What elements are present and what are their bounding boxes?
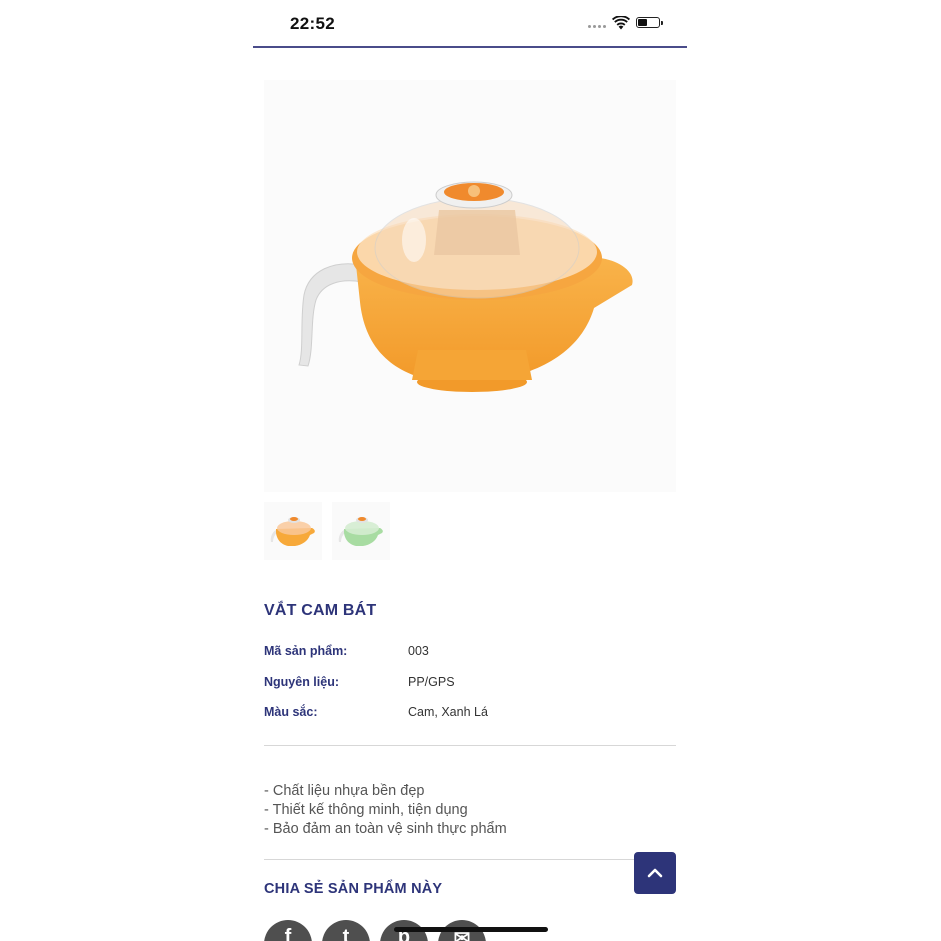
green-juicer-thumbnail [338,517,383,546]
spec-label: Nguyên liệu: [264,675,340,689]
product-thumbnails [264,502,390,560]
spec-label: Mã sản phẩm: [264,644,348,658]
spec-value: Cam, Xanh Lá [408,705,488,719]
facebook-icon: f [284,926,292,941]
description-line: - Chất liệu nhựa bền đẹp [264,783,425,799]
product-title: VẮT CAM BÁT [264,602,377,619]
status-time: 22:52 [290,14,335,33]
spec-value: 003 [408,644,429,658]
orange-juicer-image [298,181,633,392]
home-indicator[interactable] [394,927,548,932]
description-line: - Bảo đảm an toàn vệ sinh thực phẩm [264,821,507,837]
thumbnail-orange[interactable] [264,502,322,560]
share-title: CHIA SẺ SẢN PHẨM NÀY [264,881,443,897]
cellular-signal-icon [588,25,606,28]
wifi-icon [612,16,630,30]
orange-juicer-thumbnail [270,517,315,546]
status-bar: 22:52 [253,0,687,48]
twitter-icon: t [342,926,350,941]
battery-icon [636,17,663,28]
description-line: - Thiết kế thông minh, tiện dụng [264,802,468,818]
thumbnail-green[interactable] [332,502,390,560]
twitter-share-button[interactable]: t [322,920,370,941]
product-main-image[interactable] [264,80,676,492]
facebook-share-button[interactable]: f [264,920,312,941]
chevron-up-icon [647,868,663,878]
phone-screen: 22:52 VẮT CAM BÁT Mã sản phẩm: 003 Nguyê… [253,0,687,941]
back-to-top-button[interactable] [634,852,676,894]
divider [264,745,676,746]
product-description: - Chất liệu nhựa bền đẹp - Thiết kế thôn… [264,782,507,839]
spec-value: PP/GPS [408,675,455,689]
divider [264,859,676,860]
spec-label: Màu sắc: [264,705,318,719]
